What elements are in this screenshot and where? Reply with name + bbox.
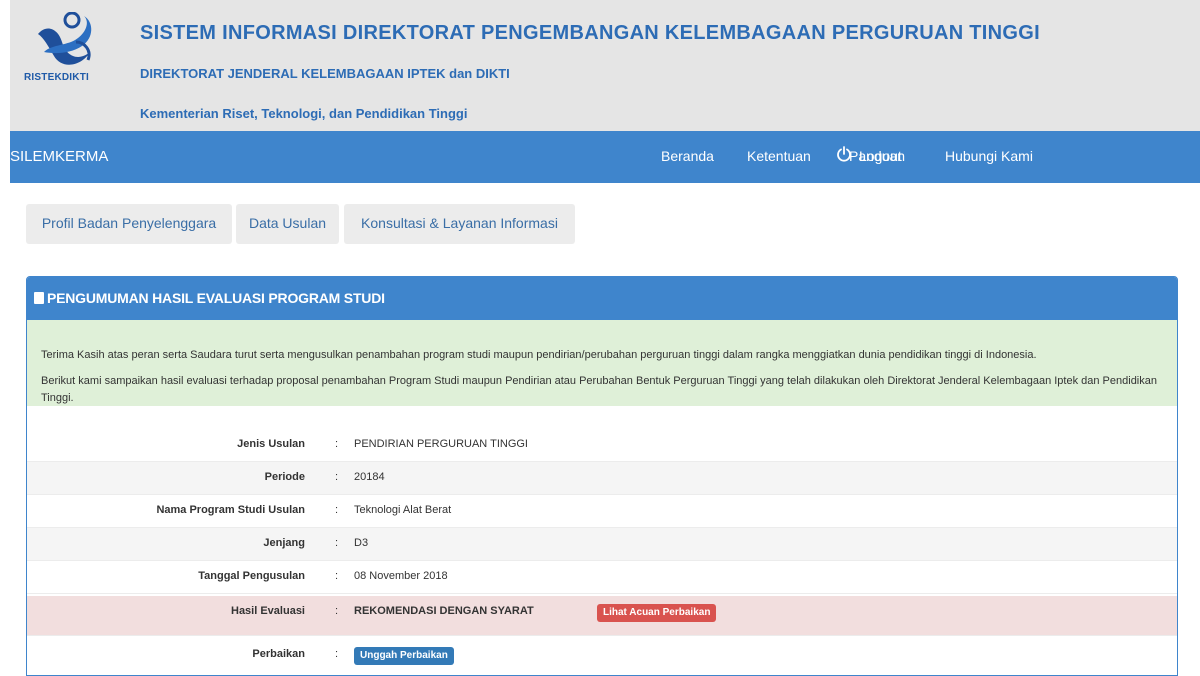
site-title: SISTEM INFORMASI DIREKTORAT PENGEMBANGAN… <box>140 22 1040 44</box>
tab-profil-badan[interactable]: Profil Badan Penyelenggara <box>26 204 232 244</box>
panel-heading: PENGUMUMAN HASIL EVALUASI PROGRAM STUDI <box>27 277 1177 320</box>
row-colon: : <box>335 471 339 483</box>
row-value: 08 November 2018 <box>354 570 448 582</box>
evaluation-panel: PENGUMUMAN HASIL EVALUASI PROGRAM STUDI … <box>26 276 1178 676</box>
ministry-name: Kementerian Riset, Teknologi, dan Pendid… <box>140 106 468 121</box>
row-label: Periode <box>264 471 305 483</box>
row-colon: : <box>335 570 339 582</box>
notice-text-1: Terima Kasih atas peran serta Saudara tu… <box>41 349 1037 361</box>
nav-item-beranda[interactable]: Beranda <box>661 148 714 164</box>
row-hasil-evaluasi: Hasil Evaluasi : REKOMENDASI DENGAN SYAR… <box>27 596 1177 636</box>
row-perbaikan: Perbaikan : Unggah Perbaikan <box>27 637 1177 675</box>
nav-item-ketentuan[interactable]: Ketentuan <box>747 148 811 164</box>
row-colon: : <box>335 438 339 450</box>
row-value: Teknologi Alat Berat <box>354 504 452 516</box>
notice-text-2: Berikut kami sampaikan hasil evaluasi te… <box>41 375 1157 404</box>
tab-konsultasi[interactable]: Konsultasi & Layanan Informasi <box>344 204 575 244</box>
nav-item-logout[interactable]: Logout <box>859 148 902 164</box>
site-header: RISTEKDIKTI SISTEM INFORMASI DIREKTORAT … <box>10 0 1200 131</box>
notice-box: Terima Kasih atas peran serta Saudara tu… <box>27 320 1177 406</box>
row-label: Hasil Evaluasi <box>231 605 305 617</box>
row-tanggal: Tanggal Pengusulan : 08 November 2018 <box>27 561 1177 594</box>
row-value: 20184 <box>354 471 385 483</box>
row-label: Jenjang <box>263 537 305 549</box>
row-label: Tanggal Pengusulan <box>198 570 305 582</box>
lihat-acuan-button[interactable]: Lihat Acuan Perbaikan <box>597 604 717 622</box>
book-icon <box>34 292 44 304</box>
row-value: PENDIRIAN PERGURUAN TINGGI <box>354 438 528 450</box>
site-subtitle: DIREKTORAT JENDERAL KELEMBAGAAN IPTEK da… <box>140 66 510 81</box>
row-value: D3 <box>354 537 369 549</box>
row-label: Jenis Usulan <box>237 438 305 450</box>
row-colon: : <box>335 648 339 660</box>
row-nama-prodi: Nama Program Studi Usulan : Teknologi Al… <box>27 495 1177 528</box>
tab-data-usulan[interactable]: Data Usulan <box>236 204 339 244</box>
logo-text: RISTEKDIKTI <box>24 72 89 83</box>
ristekdikti-logo: RISTEKDIKTI <box>24 10 104 90</box>
status-value: REKOMENDASI DENGAN SYARAT <box>354 605 534 617</box>
row-jenjang: Jenjang : D3 <box>27 528 1177 561</box>
unggah-perbaikan-button[interactable]: Unggah Perbaikan <box>354 647 454 665</box>
row-colon: : <box>335 504 339 516</box>
row-label: Nama Program Studi Usulan <box>156 504 305 516</box>
row-label: Perbaikan <box>252 648 305 660</box>
row-periode: Periode : 20184 <box>27 462 1177 495</box>
row-jenis-usulan: Jenis Usulan : PENDIRIAN PERGURUAN TINGG… <box>27 429 1177 462</box>
logo-emblem-icon <box>38 12 92 65</box>
row-colon: : <box>335 537 339 549</box>
panel-title: PENGUMUMAN HASIL EVALUASI PROGRAM STUDI <box>47 290 385 306</box>
navbar-brand[interactable]: SILEMKERMA <box>10 148 108 165</box>
nav-item-hubungi-kami[interactable]: Hubungi Kami <box>945 148 1033 164</box>
power-icon[interactable] <box>836 146 852 162</box>
row-colon: : <box>335 605 339 617</box>
main-navbar: SILEMKERMA Beranda Ketentuan Panduan Hub… <box>10 131 1200 183</box>
